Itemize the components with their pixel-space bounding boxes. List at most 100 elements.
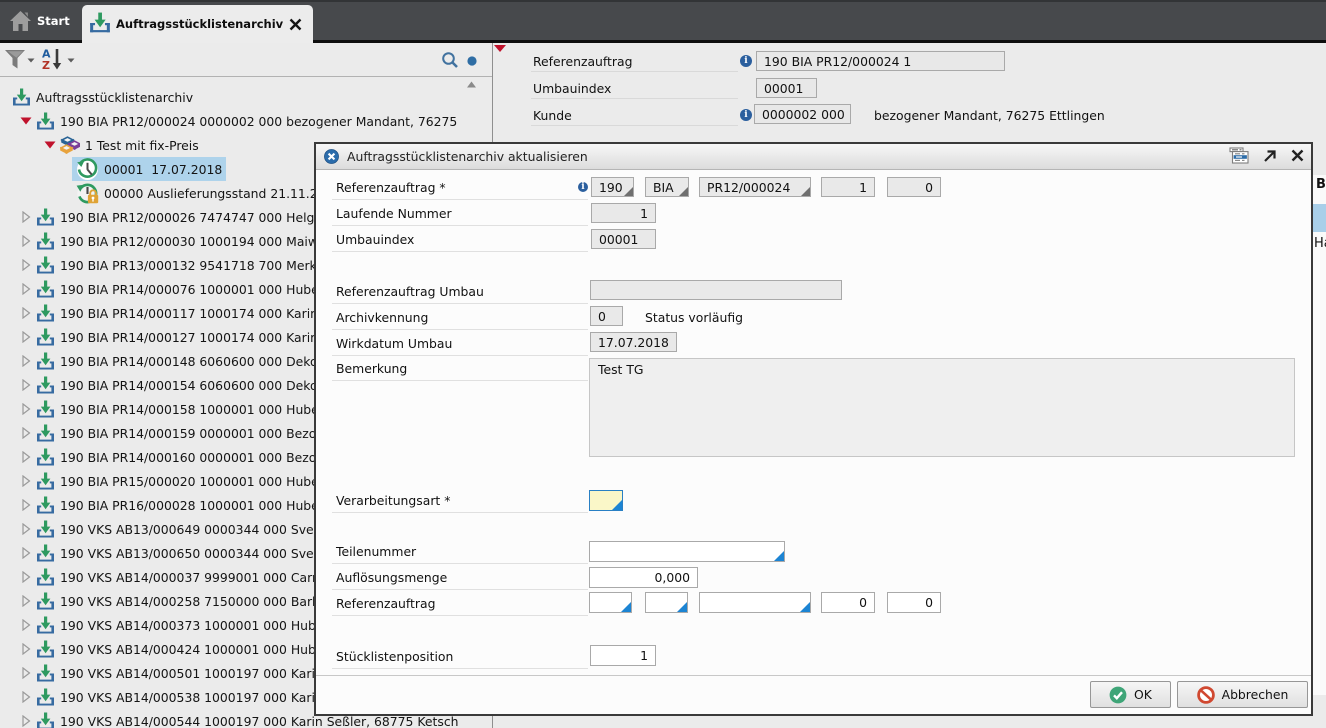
tree-item[interactable]: 190 BIA PR12/000024 0000002 000 bezogene… <box>0 109 492 133</box>
dialog-header[interactable]: Auftragsstücklistenarchiv aktualisieren <box>316 144 1311 170</box>
archive-icon <box>36 592 55 611</box>
kunde-name-text: bezogener Mandant, 76275 Ettlingen <box>874 108 1105 123</box>
expand-collapse-icon-collapsed[interactable] <box>20 523 36 535</box>
ok-button[interactable]: OK <box>1090 681 1171 708</box>
archive-icon <box>36 664 55 683</box>
search-icon[interactable] <box>441 51 459 69</box>
record-indicator-icon <box>467 56 477 66</box>
bom-icon <box>60 135 80 155</box>
archive-icon <box>36 520 55 539</box>
expand-collapse-icon-collapsed[interactable] <box>20 691 36 703</box>
dialog-header-icons <box>1229 147 1304 164</box>
field-label: Referenzauftrag <box>533 54 633 69</box>
referenzauftrag2-art-field[interactable] <box>645 592 688 613</box>
expand-collapse-icon-collapsed[interactable] <box>20 331 36 343</box>
expand-collapse-icon-collapsed[interactable] <box>20 235 36 247</box>
laufende-nummer-field[interactable]: 1 <box>591 203 656 223</box>
cancel-button[interactable]: Abbrechen <box>1177 681 1308 708</box>
verarbeitungsart-field[interactable] <box>589 490 623 511</box>
expand-collapse-icon-collapsed[interactable] <box>20 307 36 319</box>
expand-collapse-icon-collapsed[interactable] <box>20 619 36 631</box>
status-text: Status vorläufig <box>645 310 743 325</box>
expand-collapse-icon-collapsed[interactable] <box>20 595 36 607</box>
tab-close-icon[interactable] <box>289 18 302 31</box>
archive-icon <box>36 472 55 491</box>
tree-toolbar: A Z <box>0 43 492 77</box>
tab-start[interactable]: Start <box>0 2 82 39</box>
field-label: Kunde <box>533 108 572 123</box>
info-icon[interactable]: i <box>578 182 588 192</box>
tree-item[interactable]: Auftragsstücklistenarchiv <box>0 85 492 109</box>
select-view-icon[interactable] <box>1229 147 1249 164</box>
expand-collapse-icon-collapsed[interactable] <box>20 451 36 463</box>
referenzauftrag-pos-field[interactable]: 1 <box>821 177 875 197</box>
history-icon <box>76 157 99 181</box>
umbauindex-display: 00001 <box>756 78 817 98</box>
expand-collapse-icon-collapsed[interactable] <box>20 571 36 583</box>
expand-collapse-icon-collapsed[interactable] <box>20 643 36 655</box>
archive-icon <box>36 640 55 659</box>
dialog-close-icon[interactable] <box>1291 149 1304 162</box>
teilenummer-field[interactable] <box>589 541 785 562</box>
expand-collapse-icon-collapsed[interactable] <box>20 715 36 727</box>
referenzauftrag2-unterpos-field[interactable]: 0 <box>887 592 941 613</box>
archive-icon <box>36 232 55 251</box>
expand-collapse-icon-collapsed[interactable] <box>20 475 36 487</box>
archive-icon <box>36 424 55 443</box>
bemerkung-textarea[interactable]: Test TG <box>589 358 1295 457</box>
referenzauftrag-art-field[interactable]: BIA <box>645 177 689 197</box>
referenzauftrag-unterpos-field[interactable]: 0 <box>887 177 941 197</box>
sort-az-icon[interactable]: A Z <box>42 48 66 73</box>
expand-collapse-icon-collapsed[interactable] <box>20 427 36 439</box>
expand-collapse-icon-collapsed[interactable] <box>20 547 36 559</box>
field-label: Laufende Nummer <box>336 206 452 221</box>
expand-collapse-icon-collapsed[interactable] <box>20 379 36 391</box>
home-icon <box>9 10 32 32</box>
filter-icon[interactable] <box>4 49 26 70</box>
filter-dropdown-icon[interactable] <box>27 58 35 63</box>
tree-selection[interactable]: 00001 17.07.2018 <box>72 157 227 181</box>
expand-collapse-icon-expanded[interactable] <box>44 139 60 151</box>
expand-collapse-icon-collapsed[interactable] <box>20 355 36 367</box>
referenzauftrag-display: 190 BIA PR12/000024 1 <box>756 51 1005 71</box>
stuecklistenposition-field[interactable]: 1 <box>590 645 656 666</box>
splitter-collapse-icon[interactable] <box>494 45 506 52</box>
archive-icon <box>36 328 55 347</box>
wirkdatum-umbau-field[interactable]: 17.07.2018 <box>590 332 677 352</box>
referenzauftrag-nummer-field[interactable]: PR12/000024 <box>699 177 811 197</box>
expand-collapse-icon-collapsed[interactable] <box>20 667 36 679</box>
archive-icon <box>36 712 55 728</box>
expand-collapse-icon-collapsed[interactable] <box>20 283 36 295</box>
archive-icon <box>36 256 55 275</box>
dialog-auftragsstuecklistenarchiv-aktualisieren: Auftragsstücklistenarchiv aktualisieren <box>314 142 1313 716</box>
tree-item-label: 00000 Auslieferungsstand 21.11.2018 <box>104 185 342 201</box>
expand-collapse-icon-expanded[interactable] <box>20 115 36 127</box>
archivkennung-field[interactable]: 0 <box>590 306 623 326</box>
history-lock-icon <box>76 182 99 205</box>
expand-collapse-icon-collapsed[interactable] <box>20 499 36 511</box>
label-underline <box>531 98 738 99</box>
aufloesungsmenge-field[interactable]: 0,000 <box>589 567 698 588</box>
referenzauftrag-umbau-field[interactable] <box>590 280 842 300</box>
referenzauftrag2-pos-field[interactable]: 0 <box>821 592 875 613</box>
info-icon[interactable]: i <box>740 109 752 121</box>
field-label: Auflösungsmenge <box>336 570 448 585</box>
expand-collapse-icon-collapsed[interactable] <box>20 259 36 271</box>
tab-document[interactable]: Auftragsstücklistenarchiv <box>82 5 313 43</box>
field-label: Referenzauftrag * <box>336 180 446 195</box>
archive-icon <box>36 304 55 323</box>
grid-area <box>1313 175 1326 695</box>
expand-collapse-icon-collapsed[interactable] <box>20 403 36 415</box>
detach-window-icon[interactable] <box>1263 149 1277 163</box>
referenzauftrag2-nummer-field[interactable] <box>699 592 811 613</box>
dialog-title: Auftragsstücklistenarchiv aktualisieren <box>347 149 588 164</box>
referenzauftrag-firma-field[interactable]: 190 <box>591 177 634 197</box>
sort-dropdown-icon[interactable] <box>67 58 75 63</box>
expand-collapse-icon-collapsed[interactable] <box>20 211 36 223</box>
archive-icon <box>36 448 55 467</box>
referenzauftrag2-firma-field[interactable] <box>589 592 632 613</box>
umbauindex-field[interactable]: 00001 <box>591 229 656 249</box>
app-icon <box>324 149 339 164</box>
archive-icon <box>36 352 55 371</box>
info-icon[interactable]: i <box>740 55 752 67</box>
